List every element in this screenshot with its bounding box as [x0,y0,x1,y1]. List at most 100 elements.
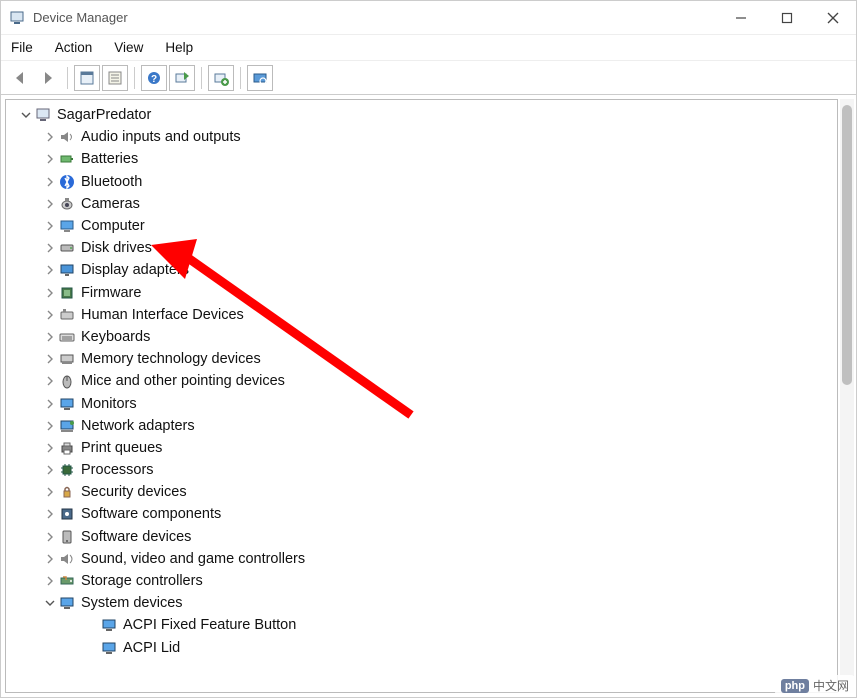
tree-node-label: Network adapters [81,418,195,434]
expander-icon[interactable] [44,420,56,432]
network-icon [58,417,76,435]
expander-icon[interactable] [44,220,56,232]
expander-icon[interactable] [44,575,56,587]
show-hidden-button[interactable] [74,65,100,91]
tree-category-battery[interactable]: Batteries [6,148,837,170]
expander-icon[interactable] [44,176,56,188]
close-button[interactable] [810,1,856,35]
printer-icon [58,439,76,457]
tree-node-label: Print queues [81,440,162,456]
expander-icon[interactable] [44,242,56,254]
tree-category-softdev[interactable]: Software devices [6,526,837,548]
tree-category-disk[interactable]: Disk drives [6,237,837,259]
softcomp-icon [58,505,76,523]
tree-category-keyboard[interactable]: Keyboards [6,326,837,348]
softdev-icon [58,528,76,546]
minimize-button[interactable] [718,1,764,35]
expander-icon[interactable] [44,353,56,365]
expander-icon[interactable] [44,597,56,609]
sysdev-icon [100,616,118,634]
security-icon [58,483,76,501]
menu-help[interactable]: Help [165,40,193,55]
tree-category-system[interactable]: System devices [6,592,837,614]
tree-category-camera[interactable]: Cameras [6,193,837,215]
forward-button[interactable] [35,65,61,91]
tree-root[interactable]: SagarPredator [6,104,837,126]
device-tree[interactable]: SagarPredatorAudio inputs and outputs Bat… [5,99,838,693]
tree-category-display[interactable]: Display adapters [6,259,837,281]
tree-node-label: System devices [81,595,183,611]
svg-text:?: ? [151,74,157,85]
watermark-text: 中文网 [813,677,849,694]
app-icon [9,10,25,26]
tree-node-label: Disk drives [81,240,152,256]
tree-category-storage[interactable]: Storage controllers [6,570,837,592]
tree-device[interactable]: ACPI Lid [6,637,837,659]
scrollbar-thumb[interactable] [842,105,852,385]
tree-category-printer[interactable]: Print queues [6,437,837,459]
update-driver-button[interactable] [169,65,195,91]
expander-icon[interactable] [44,287,56,299]
expander-icon[interactable] [44,531,56,543]
tree-category-pc[interactable]: Computer [6,215,837,237]
maximize-button[interactable] [764,1,810,35]
system-icon [58,594,76,612]
tree-category-hid[interactable]: Human Interface Devices [6,304,837,326]
tree-node-label: Firmware [81,285,141,301]
add-legacy-button[interactable] [208,65,234,91]
toolbar-separator [240,67,241,89]
menu-action[interactable]: Action [55,40,93,55]
expander-icon[interactable] [44,464,56,476]
menubar: File Action View Help [1,35,856,61]
scan-hardware-button[interactable] [247,65,273,91]
expander-icon[interactable] [44,508,56,520]
toolbar-separator [201,67,202,89]
tree-node-label: Memory technology devices [81,351,261,367]
camera-icon [58,195,76,213]
expander-icon[interactable] [44,553,56,565]
properties-button[interactable] [102,65,128,91]
content-area: SagarPredatorAudio inputs and outputs Bat… [1,95,856,697]
expander-icon[interactable] [44,153,56,165]
back-button[interactable] [7,65,33,91]
expander-icon[interactable] [44,442,56,454]
tree-node-label: Batteries [81,151,138,167]
tree-device[interactable]: ACPI Fixed Feature Button [6,614,837,636]
tree-category-security[interactable]: Security devices [6,481,837,503]
tree-node-label: ACPI Fixed Feature Button [123,617,296,633]
monitor-icon [58,395,76,413]
help-button[interactable]: ? [141,65,167,91]
tree-category-cpu[interactable]: Processors [6,459,837,481]
expander-icon[interactable] [44,198,56,210]
expander-icon[interactable] [44,486,56,498]
expander-icon[interactable] [44,309,56,321]
vertical-scrollbar[interactable] [840,99,854,693]
expander-icon[interactable] [86,642,98,654]
battery-icon [58,150,76,168]
tree-category-speaker[interactable]: Audio inputs and outputs [6,126,837,148]
expander-icon[interactable] [20,109,32,121]
toolbar: ? [1,61,856,95]
tree-category-bluetooth[interactable]: Bluetooth [6,171,837,193]
menu-file[interactable]: File [11,40,33,55]
menu-view[interactable]: View [114,40,143,55]
storage-icon [58,572,76,590]
expander-icon[interactable] [44,375,56,387]
window-title: Device Manager [33,10,128,25]
tree-category-memory[interactable]: Memory technology devices [6,348,837,370]
bluetooth-icon [58,173,76,191]
tree-node-label: Display adapters [81,262,189,278]
tree-category-mouse[interactable]: Mice and other pointing devices [6,370,837,392]
tree-category-network[interactable]: Network adapters [6,415,837,437]
expander-icon[interactable] [86,619,98,631]
tree-category-monitor[interactable]: Monitors [6,392,837,414]
cpu-icon [58,461,76,479]
tree-category-firmware[interactable]: Firmware [6,282,837,304]
expander-icon[interactable] [44,131,56,143]
tree-category-sound[interactable]: Sound, video and game controllers [6,548,837,570]
hid-icon [58,306,76,324]
tree-category-softcomp[interactable]: Software components [6,503,837,525]
expander-icon[interactable] [44,331,56,343]
expander-icon[interactable] [44,264,56,276]
expander-icon[interactable] [44,398,56,410]
